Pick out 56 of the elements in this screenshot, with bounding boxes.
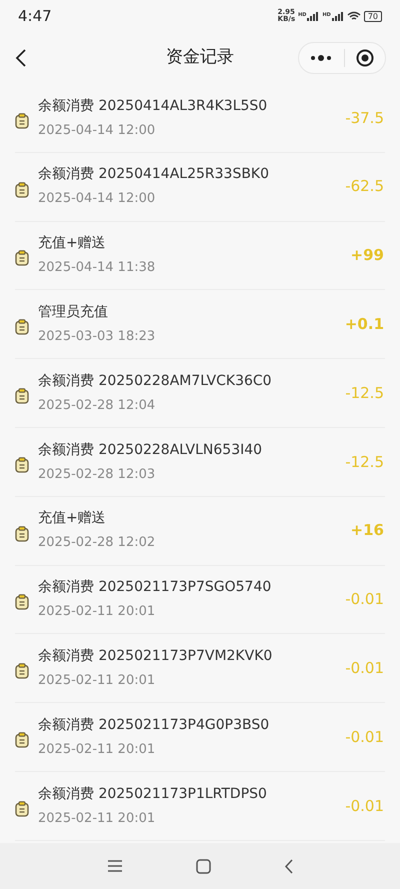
record-title: 余额消费 2025021173P1LRTDPS0 [38, 784, 268, 804]
clipboard-icon [15, 663, 29, 680]
back-icon[interactable] [14, 48, 28, 68]
record-title: 余额消费 2025021173P7SGO5740 [38, 578, 272, 598]
record-amount: -0.01 [345, 589, 385, 610]
clipboard-icon [15, 526, 29, 542]
page-title: 资金记录 [166, 46, 234, 70]
record-time: 2025-03-03 18:23 [38, 328, 156, 346]
clipboard-icon [15, 594, 29, 610]
clipboard-icon [15, 319, 29, 336]
record-amount: -0.01 [345, 796, 385, 817]
signal-icon [332, 12, 344, 20]
record-title: 管理员充值 [38, 303, 109, 322]
record-title: 余额消费 2025021173P4G0P3BS0 [38, 716, 270, 735]
record-title: 余额消费 20250414AL3R4K3L5S0 [38, 96, 268, 116]
battery-indicator: 70 [364, 10, 382, 22]
record-time: 2025-04-14 12:00 [38, 190, 156, 208]
record-time: 2025-02-28 12:02 [38, 534, 156, 552]
record-amount: -62.5 [345, 176, 385, 198]
clipboard-icon [15, 732, 29, 748]
record-time: 2025-04-14 12:00 [38, 122, 156, 140]
record-amount: +16 [350, 520, 385, 542]
close-mini-program-icon[interactable] [356, 49, 374, 67]
home-icon[interactable] [196, 858, 210, 874]
record-time: 2025-02-11 20:01 [38, 740, 156, 759]
record-amount: +0.1 [344, 314, 385, 336]
record-title: 余额消费 20250414AL25R33SBK0 [38, 165, 270, 184]
back-icon[interactable] [284, 858, 294, 874]
clipboard-icon [15, 182, 29, 198]
record-title: 余额消费 20250228AM7LVCK36C0 [38, 372, 273, 391]
record-time: 2025-02-28 12:04 [38, 396, 156, 415]
status-time: 4:47 [18, 6, 52, 27]
record-amount: +99 [350, 245, 385, 266]
clipboard-icon [15, 800, 29, 817]
record-time: 2025-02-11 20:01 [38, 810, 156, 828]
record-amount: -12.5 [345, 382, 385, 404]
record-amount: -12.5 [345, 452, 385, 473]
record-amount: -37.5 [345, 108, 385, 129]
clipboard-icon [15, 112, 29, 129]
clipboard-icon [15, 456, 29, 473]
menu-icon[interactable] [106, 859, 122, 873]
more-icon[interactable] [310, 55, 332, 61]
record-time: 2025-02-28 12:03 [38, 466, 156, 484]
clipboard-icon [15, 388, 29, 404]
record-time: 2025-02-11 20:01 [38, 672, 156, 690]
signal-icon [307, 12, 320, 20]
clipboard-icon [15, 250, 29, 266]
record-amount: -0.01 [345, 658, 385, 680]
record-time: 2025-02-11 20:01 [38, 603, 156, 622]
wifi-icon [346, 11, 361, 21]
record-amount: -0.01 [345, 726, 385, 748]
record-title: 余额消费 20250228ALVLN653I40 [38, 440, 264, 460]
record-title: 余额消费 2025021173P7VM2KVK0 [38, 647, 274, 666]
record-title: 充值+赠送 [38, 509, 107, 528]
record-time: 2025-04-14 11:38 [38, 259, 156, 278]
record-title: 充值+赠送 [38, 234, 107, 254]
